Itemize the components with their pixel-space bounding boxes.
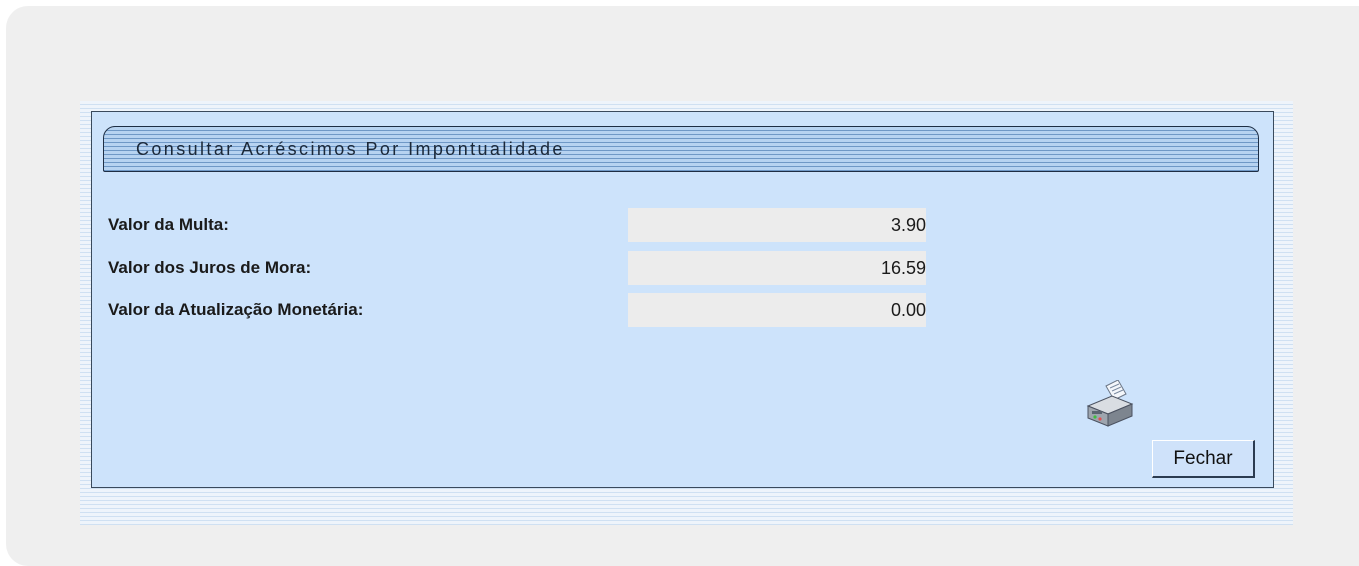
field-value-multa: 3.90 — [628, 208, 926, 242]
close-button[interactable]: Fechar — [1152, 440, 1255, 478]
field-label-juros: Valor dos Juros de Mora: — [108, 258, 312, 277]
field-value-juros: 16.59 — [628, 251, 926, 285]
field-label-atualizacao: Valor da Atualização Monetária: — [108, 300, 364, 319]
field-row-atualizacao: Valor da Atualização Monetária: 0.00 — [108, 293, 1008, 327]
panel-title-bar: Consultar Acréscimos Por Impontualidade — [103, 126, 1259, 172]
field-label-multa: Valor da Multa: — [108, 215, 229, 234]
field-value-atualizacao: 0.00 — [628, 293, 926, 327]
panel-title: Consultar Acréscimos Por Impontualidade — [136, 139, 565, 159]
form-panel: Consultar Acréscimos Por Impontualidade … — [91, 111, 1274, 488]
field-row-juros: Valor dos Juros de Mora: 16.59 — [108, 251, 1008, 285]
printer-icon[interactable] — [1082, 379, 1138, 432]
field-row-multa: Valor da Multa: 3.90 — [108, 208, 1008, 242]
